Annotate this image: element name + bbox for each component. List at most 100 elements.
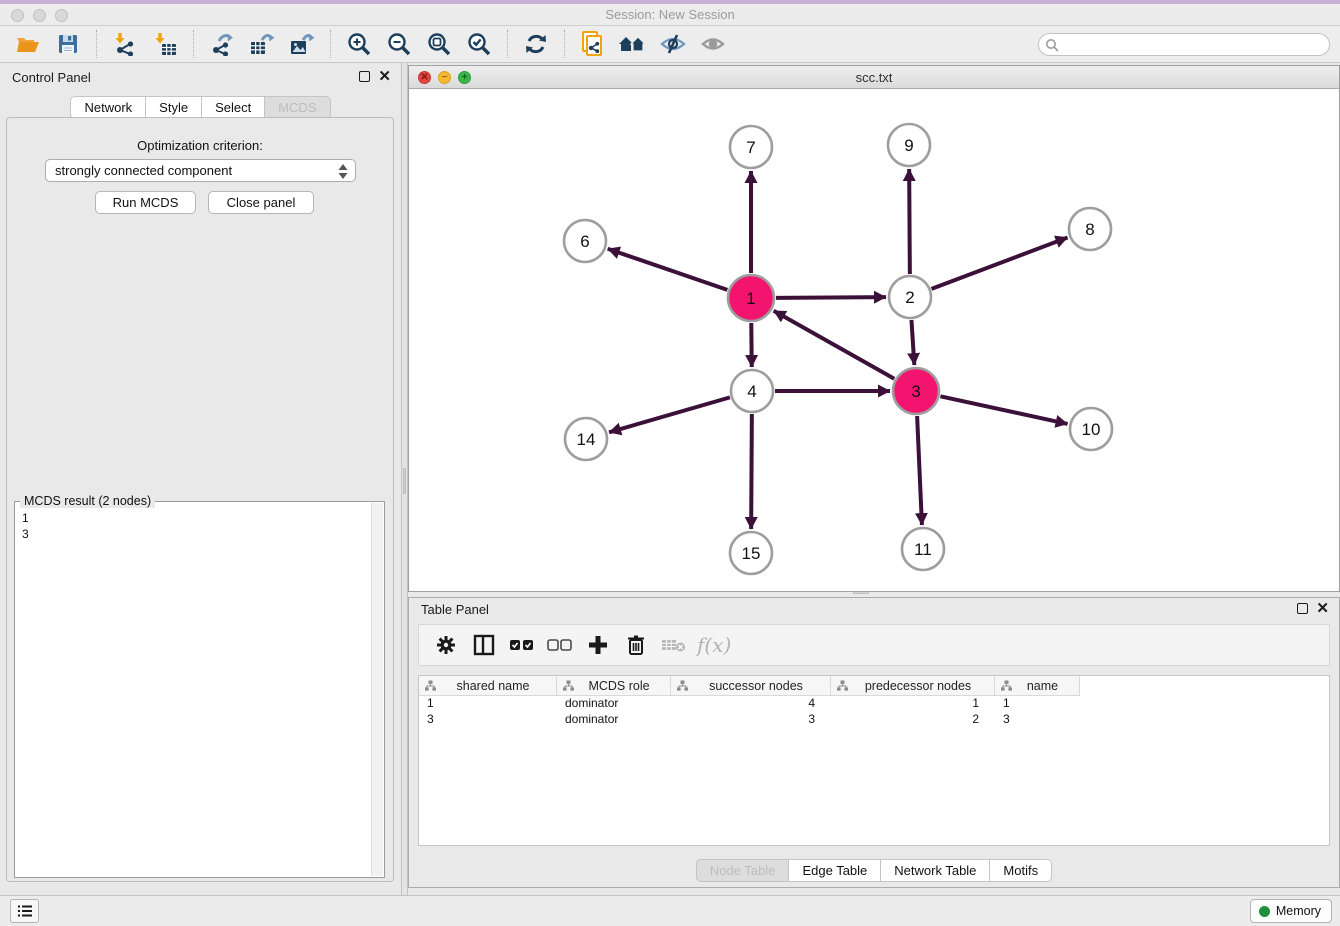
export-network-icon[interactable]	[207, 29, 237, 59]
zoom-in-icon[interactable]	[344, 29, 374, 59]
tab-mcds[interactable]: MCDS	[265, 96, 330, 119]
window-titlebar: Session: New Session	[0, 0, 1340, 26]
import-network-icon[interactable]	[110, 29, 140, 59]
graph-edge-4-15[interactable]	[751, 414, 752, 529]
close-panel-button[interactable]: Close panel	[208, 191, 314, 214]
hide-eye-icon[interactable]	[658, 29, 688, 59]
toolbar-separator	[330, 30, 331, 58]
add-row-icon[interactable]	[582, 630, 614, 660]
zoom-fit-icon[interactable]	[424, 29, 454, 59]
table-cell[interactable]: 1	[419, 696, 557, 712]
column-header-shared-name[interactable]: shared name	[419, 676, 557, 695]
close-table-panel-icon[interactable]: ✕	[1316, 603, 1329, 614]
result-line: 3	[22, 526, 363, 542]
column-header-name[interactable]: name	[995, 676, 1080, 695]
table-body: 1dominator4113dominator323	[419, 696, 1329, 728]
zoom-selected-icon[interactable]	[464, 29, 494, 59]
optimization-criterion-select[interactable]: strongly connected component	[45, 159, 356, 182]
table-cell[interactable]: 1	[995, 696, 1080, 712]
graph-node-9[interactable]: 9	[888, 124, 930, 166]
task-history-button[interactable]	[10, 899, 39, 923]
tab-select[interactable]: Select	[202, 96, 265, 119]
graph-edge-3-1[interactable]	[774, 311, 895, 379]
tab-style[interactable]: Style	[146, 96, 202, 119]
table-cell[interactable]: 3	[995, 712, 1080, 728]
graph-node-8[interactable]: 8	[1069, 208, 1111, 250]
close-panel-icon[interactable]: ✕	[378, 71, 391, 82]
graph-edge-4-14[interactable]	[609, 397, 730, 432]
graph-edge-1-2[interactable]	[776, 297, 886, 298]
memory-label: Memory	[1276, 904, 1321, 918]
table-cell[interactable]: 3	[671, 712, 831, 728]
graph-node-10[interactable]: 10	[1070, 408, 1112, 450]
float-table-panel-icon[interactable]	[1297, 603, 1308, 614]
toolbar-separator	[193, 30, 194, 58]
node-table: shared nameMCDS rolesuccessor nodesprede…	[418, 675, 1330, 846]
show-eye-icon[interactable]	[698, 29, 728, 59]
folder-open-icon	[15, 32, 41, 56]
table-row[interactable]: 3dominator323	[419, 712, 1329, 728]
table-cell[interactable]: 1	[831, 696, 995, 712]
select-all-icon[interactable]	[506, 630, 538, 660]
graph-edge-2-3[interactable]	[911, 320, 914, 365]
home-networks-icon[interactable]	[618, 29, 648, 59]
open-session-icon[interactable]	[13, 29, 43, 59]
graph-edge-2-8[interactable]	[932, 237, 1068, 288]
network-window-titlebar[interactable]: ✕ − + scc.txt	[409, 66, 1339, 89]
memory-button[interactable]: Memory	[1250, 899, 1332, 923]
column-header-successor-nodes[interactable]: successor nodes	[671, 676, 831, 695]
graph-node-14[interactable]: 14	[565, 418, 607, 460]
tab-motifs[interactable]: Motifs	[990, 859, 1052, 882]
zoom-out-icon[interactable]	[384, 29, 414, 59]
svg-text:3: 3	[911, 382, 920, 401]
show-columns-icon[interactable]	[468, 630, 500, 660]
graph-node-7[interactable]: 7	[730, 126, 772, 168]
network-document-icon[interactable]	[578, 29, 608, 59]
tab-network[interactable]: Network	[70, 96, 146, 119]
tab-network-table[interactable]: Network Table	[881, 859, 990, 882]
tab-node-table[interactable]: Node Table	[696, 859, 790, 882]
import-table-icon[interactable]	[150, 29, 180, 59]
column-header-predecessor-nodes[interactable]: predecessor nodes	[831, 676, 995, 695]
splitter-grip[interactable]	[403, 468, 406, 494]
svg-text:15: 15	[742, 544, 761, 563]
export-image-icon[interactable]	[287, 29, 317, 59]
svg-text:11: 11	[914, 540, 932, 559]
graph-edge-3-11[interactable]	[917, 416, 922, 525]
run-mcds-button[interactable]: Run MCDS	[95, 191, 196, 214]
toolbar-search	[1038, 33, 1330, 56]
settings-gear-icon[interactable]	[430, 630, 462, 660]
float-panel-icon[interactable]	[359, 71, 370, 82]
graph-edge-3-10[interactable]	[940, 396, 1067, 424]
tab-edge-table[interactable]: Edge Table	[789, 859, 881, 882]
graph-node-4[interactable]: 4	[731, 370, 773, 412]
table-cell[interactable]: 2	[831, 712, 995, 728]
search-input[interactable]	[1038, 33, 1330, 56]
mcds-result-scrollbar[interactable]	[371, 503, 383, 876]
graph-node-3[interactable]: 3	[893, 368, 939, 414]
table-cell[interactable]: dominator	[557, 696, 671, 712]
graph-node-6[interactable]: 6	[564, 220, 606, 262]
graph-node-1[interactable]: 1	[728, 275, 774, 321]
table-row[interactable]: 1dominator411	[419, 696, 1329, 712]
export-table-icon[interactable]	[247, 29, 277, 59]
table-cell[interactable]: dominator	[557, 712, 671, 728]
graph-edge-2-9[interactable]	[909, 169, 910, 274]
svg-text:2: 2	[905, 288, 914, 307]
vertical-splitter[interactable]	[401, 63, 408, 895]
delete-row-icon[interactable]	[620, 630, 652, 660]
deselect-all-icon[interactable]	[544, 630, 576, 660]
graph-node-15[interactable]: 15	[730, 532, 772, 574]
svg-text:4: 4	[747, 382, 756, 401]
save-session-icon[interactable]	[53, 29, 83, 59]
column-header-MCDS-role[interactable]: MCDS role	[557, 676, 671, 695]
network-canvas[interactable]: 1 2 3 4 6 7 8 9 10 11 14 15	[409, 89, 1339, 591]
table-panel-tabs: Node TableEdge TableNetwork TableMotifs	[409, 859, 1339, 882]
refresh-icon[interactable]	[521, 29, 551, 59]
table-cell[interactable]: 4	[671, 696, 831, 712]
graph-edge-1-6[interactable]	[608, 249, 728, 290]
table-cell[interactable]: 3	[419, 712, 557, 728]
graph-node-11[interactable]: 11	[902, 528, 944, 570]
network-graph[interactable]: 1 2 3 4 6 7 8 9 10 11 14 15	[409, 89, 1339, 591]
graph-node-2[interactable]: 2	[889, 276, 931, 318]
